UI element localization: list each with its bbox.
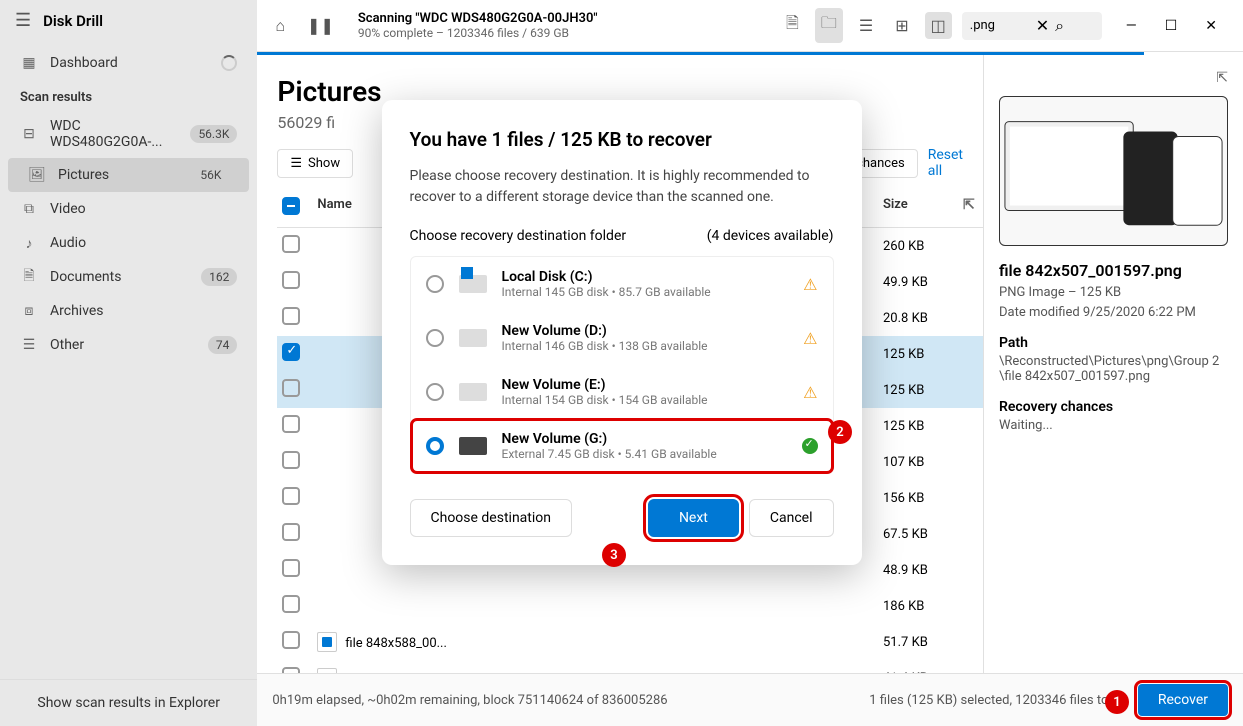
- callout-2: 2: [828, 420, 852, 444]
- callout-3: 3: [602, 543, 626, 567]
- destination-radio[interactable]: [426, 329, 444, 347]
- modal-description: Please choose recovery destination. It i…: [410, 166, 834, 208]
- devices-available-label: (4 devices available): [707, 228, 834, 244]
- choose-folder-label: Choose recovery destination folder: [410, 228, 627, 244]
- modal-overlay: You have 1 files / 125 KB to recover Ple…: [0, 0, 1243, 726]
- warning-icon: ⚠: [803, 275, 817, 294]
- destination-item[interactable]: New Volume (G:)External 7.45 GB disk • 5…: [411, 419, 833, 473]
- drive-icon: [459, 329, 487, 347]
- drive-icon: [459, 383, 487, 401]
- choose-destination-button[interactable]: Choose destination: [410, 499, 573, 537]
- destination-list: Local Disk (C:)Internal 145 GB disk • 85…: [410, 256, 834, 474]
- warning-icon: ⚠: [803, 329, 817, 348]
- destination-radio[interactable]: [426, 437, 444, 455]
- destination-name: New Volume (E:): [502, 377, 789, 393]
- warning-icon: ⚠: [803, 383, 817, 402]
- ok-icon: [802, 438, 818, 454]
- destination-sub: Internal 145 GB disk • 85.7 GB available: [502, 285, 789, 299]
- destination-item[interactable]: Local Disk (C:)Internal 145 GB disk • 85…: [411, 257, 833, 311]
- destination-radio[interactable]: [426, 275, 444, 293]
- next-button[interactable]: Next: [648, 499, 739, 537]
- destination-item[interactable]: New Volume (E:)Internal 154 GB disk • 15…: [411, 365, 833, 419]
- cancel-button[interactable]: Cancel: [749, 499, 834, 537]
- destination-sub: Internal 154 GB disk • 154 GB available: [502, 393, 789, 407]
- destination-sub: Internal 146 GB disk • 138 GB available: [502, 339, 789, 353]
- recovery-modal: You have 1 files / 125 KB to recover Ple…: [382, 100, 862, 565]
- modal-title: You have 1 files / 125 KB to recover: [410, 128, 834, 151]
- drive-icon: [459, 437, 487, 455]
- destination-name: New Volume (G:): [502, 431, 787, 447]
- destination-name: Local Disk (C:): [502, 269, 789, 285]
- destination-item[interactable]: New Volume (D:)Internal 146 GB disk • 13…: [411, 311, 833, 365]
- destination-radio[interactable]: [426, 383, 444, 401]
- callout-1: 1: [1105, 690, 1129, 714]
- drive-icon: [459, 275, 487, 293]
- destination-sub: External 7.45 GB disk • 5.41 GB availabl…: [502, 447, 787, 461]
- destination-name: New Volume (D:): [502, 323, 789, 339]
